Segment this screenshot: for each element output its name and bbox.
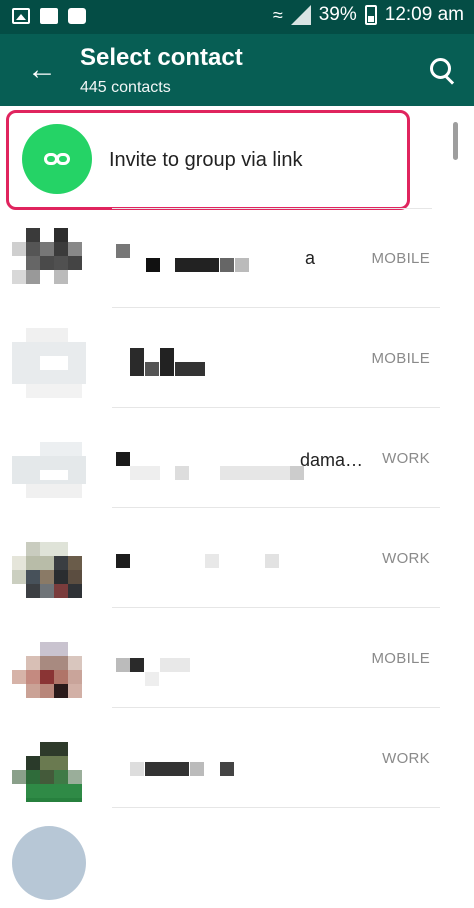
gmail-icon (40, 8, 58, 24)
signal-icon (290, 5, 311, 25)
contact-type: WORK (382, 550, 430, 567)
avatar (12, 428, 86, 502)
contact-type: MOBILE (371, 650, 430, 667)
contact-row[interactable] (0, 808, 440, 908)
clock: 12:09 am (384, 4, 464, 25)
avatar (12, 826, 86, 900)
invite-label: Invite to group via link (109, 149, 303, 171)
contact-type: MOBILE (371, 250, 430, 267)
avatar (12, 328, 86, 402)
avatar (12, 628, 86, 702)
link-icon (44, 153, 70, 165)
battery-icon (364, 5, 377, 25)
page-title: Select contact (80, 44, 243, 71)
avatar (12, 528, 86, 602)
contact-type: WORK (382, 450, 430, 467)
invite-via-link-item[interactable]: Invite to group via link (6, 110, 410, 210)
contact-row[interactable]: a MOBILE (0, 208, 440, 308)
pixelated-name (116, 554, 130, 568)
pixelated-name (116, 244, 130, 258)
contact-name: dama… (300, 450, 364, 470)
message-icon (68, 8, 86, 24)
back-arrow-icon[interactable]: ← (22, 50, 62, 90)
contact-name: a (305, 248, 316, 268)
contact-type: MOBILE (371, 350, 430, 367)
contact-row[interactable]: MOBILE (0, 608, 440, 708)
wifi-icon: ≈ (272, 4, 283, 25)
pixelated-name (116, 452, 130, 466)
pixelated-name (130, 348, 144, 376)
notification-icons (12, 8, 86, 24)
status-bar: ≈ 39% 12:09 am (0, 0, 474, 34)
battery-percent: 39% (318, 4, 357, 25)
contact-row[interactable]: dama… WORK (0, 408, 440, 508)
scrollbar[interactable] (453, 122, 458, 160)
avatar (12, 228, 86, 302)
app-bar: ← Select contact 445 contacts (0, 34, 474, 106)
invite-avatar (22, 124, 92, 194)
contact-row[interactable]: WORK (0, 708, 440, 808)
system-indicators: ≈ 39% 12:09 am (273, 4, 464, 26)
avatar (12, 728, 86, 802)
contact-type: WORK (382, 750, 430, 767)
pixelated-name (116, 658, 130, 672)
gallery-icon (12, 8, 30, 24)
contact-row[interactable]: WORK (0, 508, 440, 608)
contact-count: 445 contacts (80, 79, 171, 96)
search-icon[interactable] (426, 54, 458, 86)
contact-row[interactable]: MOBILE (0, 308, 440, 408)
pixelated-name (130, 762, 144, 776)
